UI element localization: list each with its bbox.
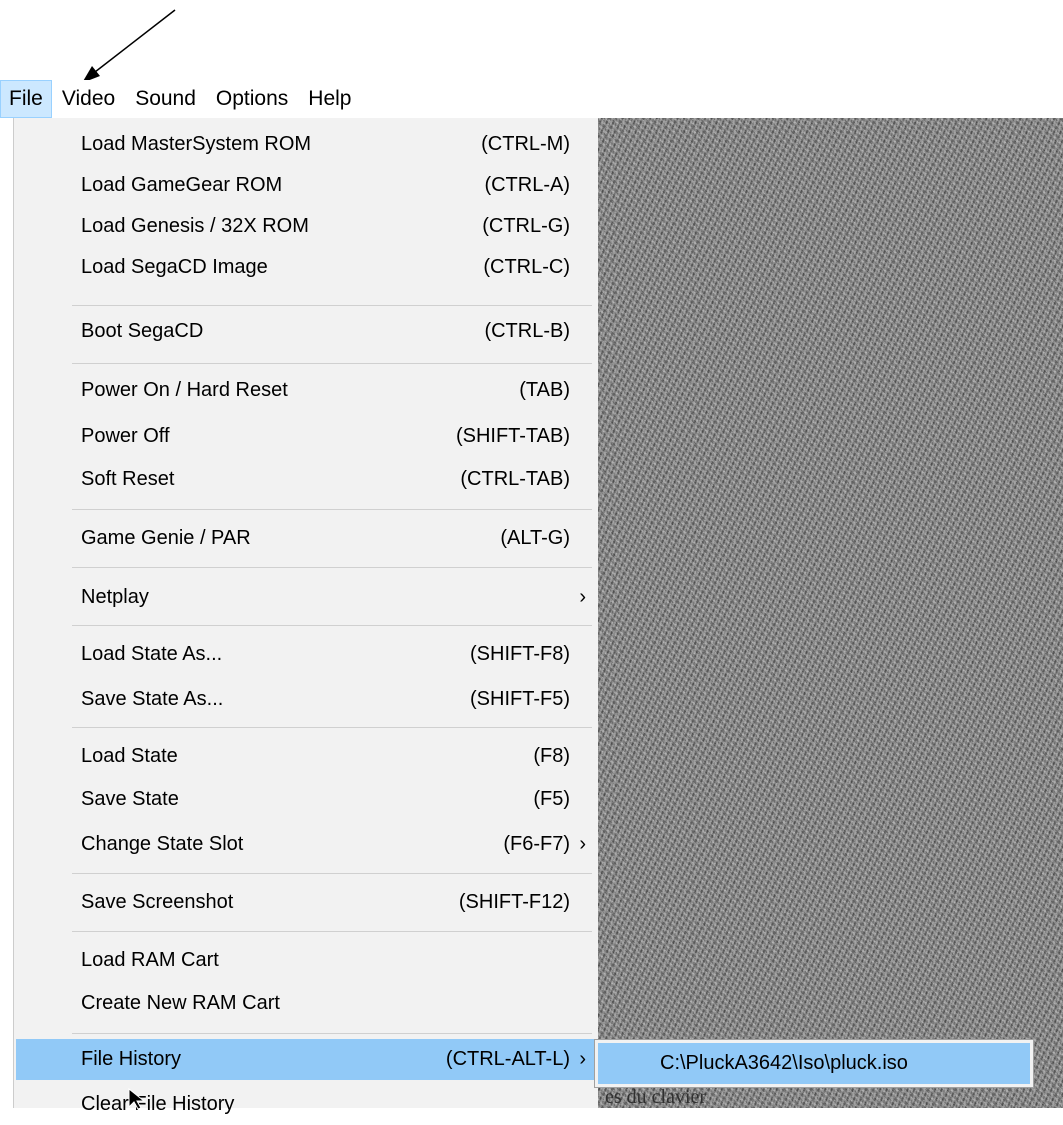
menu-separator [72,625,592,626]
menu-item-shortcut: (SHIFT-F8) [470,643,570,665]
menu-item-label: Create New RAM Cart [81,992,280,1014]
menu-separator [72,931,592,932]
menu-item-shortcut: (CTRL-A) [484,174,570,196]
menu-options[interactable]: Options [206,80,298,118]
menu-item-label: Load MasterSystem ROM [81,133,312,155]
chevron-right-icon: › [579,1048,586,1070]
menu-separator [72,567,592,568]
menu-item-file-history[interactable]: File History (CTRL-ALT-L) › [16,1039,596,1080]
menu-item-shortcut: (ALT-G) [500,527,570,549]
menu-item-shortcut: (CTRL-B) [484,320,570,342]
menu-item-load-state[interactable]: Load State (F8) [16,736,596,777]
menu-item-label: Load State As... [81,643,223,665]
menu-separator [72,873,592,874]
menu-item-create-ram-cart[interactable]: Create New RAM Cart [16,983,596,1024]
menu-item-label: Save State [81,788,179,810]
menu-item-save-state[interactable]: Save State (F5) [16,779,596,820]
menu-video[interactable]: Video [52,80,125,118]
menu-item-clear-file-history[interactable]: Clear File History [16,1084,596,1125]
menu-item-load-ram-cart[interactable]: Load RAM Cart [16,940,596,981]
submenu-item-label: C:\PluckA3642\Iso\pluck.iso [660,1052,908,1074]
menu-item-soft-reset[interactable]: Soft Reset (CTRL-TAB) [16,459,596,500]
menu-item-shortcut: (SHIFT-TAB) [455,425,570,447]
menu-item-shortcut: (CTRL-G) [482,215,570,237]
menu-item-label: Load GameGear ROM [81,174,283,196]
menu-separator [72,1033,592,1034]
menu-item-label: Netplay [81,586,149,608]
menu-item-label: Soft Reset [81,468,175,490]
menu-item-label: Load RAM Cart [81,949,219,971]
menu-item-label: File History [81,1048,182,1070]
mouse-cursor-icon [128,1088,146,1110]
menu-separator [72,727,592,728]
menu-item-save-state-as[interactable]: Save State As... (SHIFT-F5) [16,679,596,720]
menu-separator [72,363,592,364]
game-screen-static [598,118,1063,1108]
menu-item-game-genie[interactable]: Game Genie / PAR (ALT-G) [16,518,596,559]
menu-item-load-gamegear-rom[interactable]: Load GameGear ROM (CTRL-A) [16,165,596,206]
pointer-arrow-line [94,9,176,73]
menu-item-power-off[interactable]: Power Off (SHIFT-TAB) [16,416,596,457]
menu-item-label: Clear File History [81,1093,235,1115]
file-menu-dropdown: Load MasterSystem ROM (CTRL-M) Load Game… [13,118,598,1115]
menu-item-netplay[interactable]: Netplay › [16,577,596,618]
menu-item-change-state-slot[interactable]: Change State Slot (F6-F7) › [16,824,596,865]
menu-item-label: Save Screenshot [81,891,234,913]
menu-bar: File Video Sound Options Help [0,80,1063,118]
menu-help[interactable]: Help [298,80,361,118]
background-text: es du clavier [605,1086,707,1108]
menu-item-label: Power On / Hard Reset [81,379,288,401]
menu-item-label: Load State [81,745,178,767]
menu-item-load-genesis-rom[interactable]: Load Genesis / 32X ROM (CTRL-G) [16,206,596,247]
menu-item-label: Load Genesis / 32X ROM [81,215,309,237]
menu-item-shortcut: (CTRL-TAB) [460,468,570,490]
submenu-item-recent-file[interactable]: C:\PluckA3642\Iso\pluck.iso [598,1043,1030,1084]
menu-item-label: Boot SegaCD [81,320,204,342]
menu-file[interactable]: File [0,80,52,118]
chevron-right-icon: › [579,586,586,608]
menu-item-label: Game Genie / PAR [81,527,251,549]
file-history-submenu: C:\PluckA3642\Iso\pluck.iso [594,1039,1034,1088]
menu-separator [72,509,592,510]
menu-item-label: Save State As... [81,688,224,710]
menu-item-save-screenshot[interactable]: Save Screenshot (SHIFT-F12) [16,882,596,923]
menu-item-label: Load SegaCD Image [81,256,268,278]
menu-item-power-on[interactable]: Power On / Hard Reset (TAB) [16,370,596,411]
menu-item-load-state-as[interactable]: Load State As... (SHIFT-F8) [16,634,596,675]
menu-item-shortcut: (CTRL-M) [481,133,570,155]
menu-item-shortcut: (CTRL-C) [483,256,570,278]
menu-item-load-segacd-image[interactable]: Load SegaCD Image (CTRL-C) [16,247,596,288]
menu-item-boot-segacd[interactable]: Boot SegaCD (CTRL-B) [16,311,596,352]
menu-item-load-mastersystem-rom[interactable]: Load MasterSystem ROM (CTRL-M) [16,124,596,165]
menu-item-shortcut: (CTRL-ALT-L) [445,1048,570,1070]
menu-item-shortcut: (F6-F7) [503,833,570,855]
chevron-right-icon: › [579,833,586,855]
menu-item-shortcut: (SHIFT-F5) [470,688,570,710]
menu-item-label: Power Off [81,425,170,447]
menu-item-shortcut: (SHIFT-F12) [458,891,570,913]
menu-item-shortcut: (F5) [533,788,570,810]
menu-item-label: Change State Slot [81,833,244,855]
menu-separator [72,305,592,306]
menu-item-shortcut: (TAB) [519,379,570,401]
menu-item-shortcut: (F8) [533,745,570,767]
menu-sound[interactable]: Sound [125,80,206,118]
